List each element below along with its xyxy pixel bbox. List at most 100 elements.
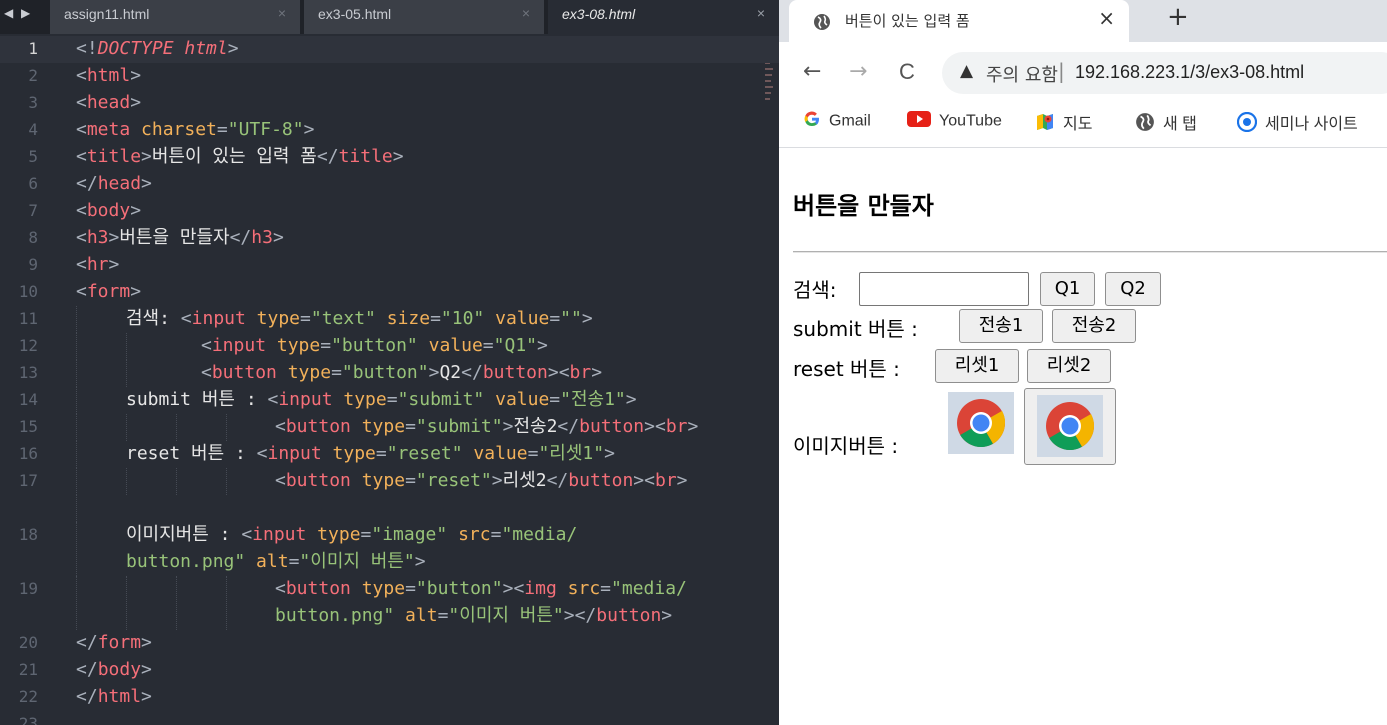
url-text[interactable]: 192.168.223.1/3/ex3-08.html (1075, 62, 1304, 83)
line-number: 6 (28, 174, 38, 193)
line-number: 18 (18, 525, 38, 544)
line-code: </head> (76, 173, 152, 194)
close-icon[interactable]: × (278, 5, 286, 21)
seminar-icon (1236, 112, 1258, 137)
line-code: <form> (76, 281, 142, 302)
code-editor[interactable]: ◀ ▶ assign11.html × ex3-05.html × ex3-08… (0, 0, 779, 725)
line-number: 23 (18, 714, 38, 725)
bookmark-new-tab[interactable]: 새 탭 (1135, 110, 1197, 137)
line-code: <button type="button"><img src="media/ b… (275, 578, 687, 626)
line-number: 12 (18, 336, 38, 355)
youtube-icon (907, 110, 931, 133)
code-line: 19 <button type="button"><img src="media… (0, 576, 779, 630)
tab-label: assign11.html (64, 6, 150, 22)
code-line-blank (0, 495, 779, 522)
line-code: <button type="button">Q2</button><br> (201, 362, 603, 383)
line-code: 이미지버튼 : <input type="image" src="media/ … (126, 524, 578, 572)
line-code: <button type="reset">리셋2</button><br> (275, 470, 688, 491)
image-button[interactable] (1024, 388, 1116, 465)
tab-label: ex3-05.html (318, 6, 392, 22)
bookmark-maps[interactable]: 지도 (1035, 110, 1092, 137)
tab-nav-arrows-icon[interactable]: ◀ ▶ (4, 6, 32, 20)
code-line: 8 <h3>버튼을 만들자</h3> (0, 225, 779, 252)
close-icon[interactable]: × (757, 5, 765, 21)
code-line: 17 <button type="reset">리셋2</button><br> (0, 468, 779, 495)
security-status[interactable]: 주의 요함 (986, 61, 1058, 87)
line-number: 4 (28, 120, 38, 139)
line-code: <title>버튼이 있는 입력 폼</title> (76, 146, 404, 167)
bookmark-label: YouTube (939, 112, 1002, 130)
code-line: 14 submit 버튼 : <input type="submit" valu… (0, 387, 779, 414)
line-number: 7 (28, 201, 38, 220)
line-number: 21 (18, 660, 38, 679)
tab-ex3-05[interactable]: ex3-05.html × (304, 0, 544, 34)
code-line: 23 (0, 711, 779, 725)
reset2-button[interactable]: 리셋2 (1027, 349, 1111, 383)
browser-tab[interactable]: 버튼이 있는 입력 폼 × (789, 0, 1129, 42)
bookmark-gmail[interactable]: Gmail (803, 110, 871, 133)
line-number: 5 (28, 147, 38, 166)
bookmark-seminar[interactable]: 세미나 사이트 (1236, 110, 1358, 137)
address-bar[interactable]: ▲ 주의 요함 | 192.168.223.1/3/ex3-08.html (942, 52, 1387, 94)
line-number: 9 (28, 255, 38, 274)
line-number: 20 (18, 633, 38, 652)
chrome-divider (779, 147, 1387, 148)
search-row: 검색: Q1 Q2 (793, 272, 1387, 308)
code-line: 10 <form> (0, 279, 779, 306)
browser-chrome: 버튼이 있는 입력 폼 × + ← → C ▲ 주의 요함 | 192.168.… (779, 0, 1387, 148)
code-line: 6 </head> (0, 171, 779, 198)
code-line: 1 <!DOCTYPE html> (0, 36, 779, 63)
code-line: 5 <title>버튼이 있는 입력 폼</title> (0, 144, 779, 171)
submit-label: submit 버튼 : (793, 317, 918, 341)
search-input[interactable] (859, 272, 1029, 306)
close-icon[interactable]: × (1098, 6, 1115, 30)
line-number: 15 (18, 417, 38, 436)
code-line: 3 <head> (0, 90, 779, 117)
close-icon[interactable]: × (522, 5, 530, 21)
line-number: 3 (28, 93, 38, 112)
horizontal-rule (793, 251, 1387, 253)
line-code: <body> (76, 200, 142, 221)
line-number: 1 (28, 39, 38, 58)
url-separator: | (1058, 59, 1065, 83)
tab-ex3-08[interactable]: ex3-08.html × (548, 0, 779, 34)
image-button-row: 이미지버튼 : (793, 388, 1387, 468)
image-submit-button[interactable] (948, 392, 1014, 454)
code-area[interactable]: 1 <!DOCTYPE html> 2 <html> 3 <head> 4 <m… (0, 36, 779, 725)
page-heading: 버튼을 만들자 (793, 192, 934, 220)
bookmarks-bar: Gmail YouTube 지도 새 탭 세미나 사이트 (779, 104, 1387, 140)
chrome-logo-icon (957, 399, 1006, 448)
code-line: 7 <body> (0, 198, 779, 225)
send1-button[interactable]: 전송1 (959, 309, 1043, 343)
line-number: 11 (18, 309, 38, 328)
send2-button[interactable]: 전송2 (1052, 309, 1136, 343)
line-number: 16 (18, 444, 38, 463)
new-tab-button[interactable]: + (1167, 2, 1189, 32)
reload-icon[interactable]: C (899, 59, 915, 85)
back-icon[interactable]: ← (803, 59, 821, 84)
forward-icon[interactable]: → (849, 59, 867, 84)
line-number: 2 (28, 66, 38, 85)
submit-row: submit 버튼 : 전송1 전송2 (793, 309, 1387, 345)
reset1-button[interactable]: 리셋1 (935, 349, 1019, 383)
editor-tab-bar: ◀ ▶ assign11.html × ex3-05.html × ex3-08… (0, 0, 779, 34)
google-icon (803, 110, 821, 133)
browser-toolbar: ← → C ▲ 주의 요함 | 192.168.223.1/3/ex3-08.h… (779, 52, 1387, 96)
line-number: 8 (28, 228, 38, 247)
code-line: 21 </body> (0, 657, 779, 684)
q2-button[interactable]: Q2 (1105, 272, 1161, 306)
line-code: </form> (76, 632, 152, 653)
globe-icon (1135, 112, 1155, 137)
q1-button[interactable]: Q1 (1040, 272, 1095, 306)
search-label: 검색: (793, 278, 837, 302)
line-code: <html> (76, 65, 142, 86)
tab-label: ex3-08.html (562, 6, 636, 22)
reset-row: reset 버튼 : 리셋1 리셋2 (793, 349, 1387, 385)
bookmark-youtube[interactable]: YouTube (907, 110, 1002, 133)
warning-triangle-icon[interactable]: ▲ (960, 61, 973, 81)
line-code: <head> (76, 92, 142, 113)
browser-tab-title: 버튼이 있는 입력 폼 (845, 12, 970, 30)
tab-assign11[interactable]: assign11.html × (50, 0, 300, 34)
code-line: 20 </form> (0, 630, 779, 657)
line-number: 22 (18, 687, 38, 706)
